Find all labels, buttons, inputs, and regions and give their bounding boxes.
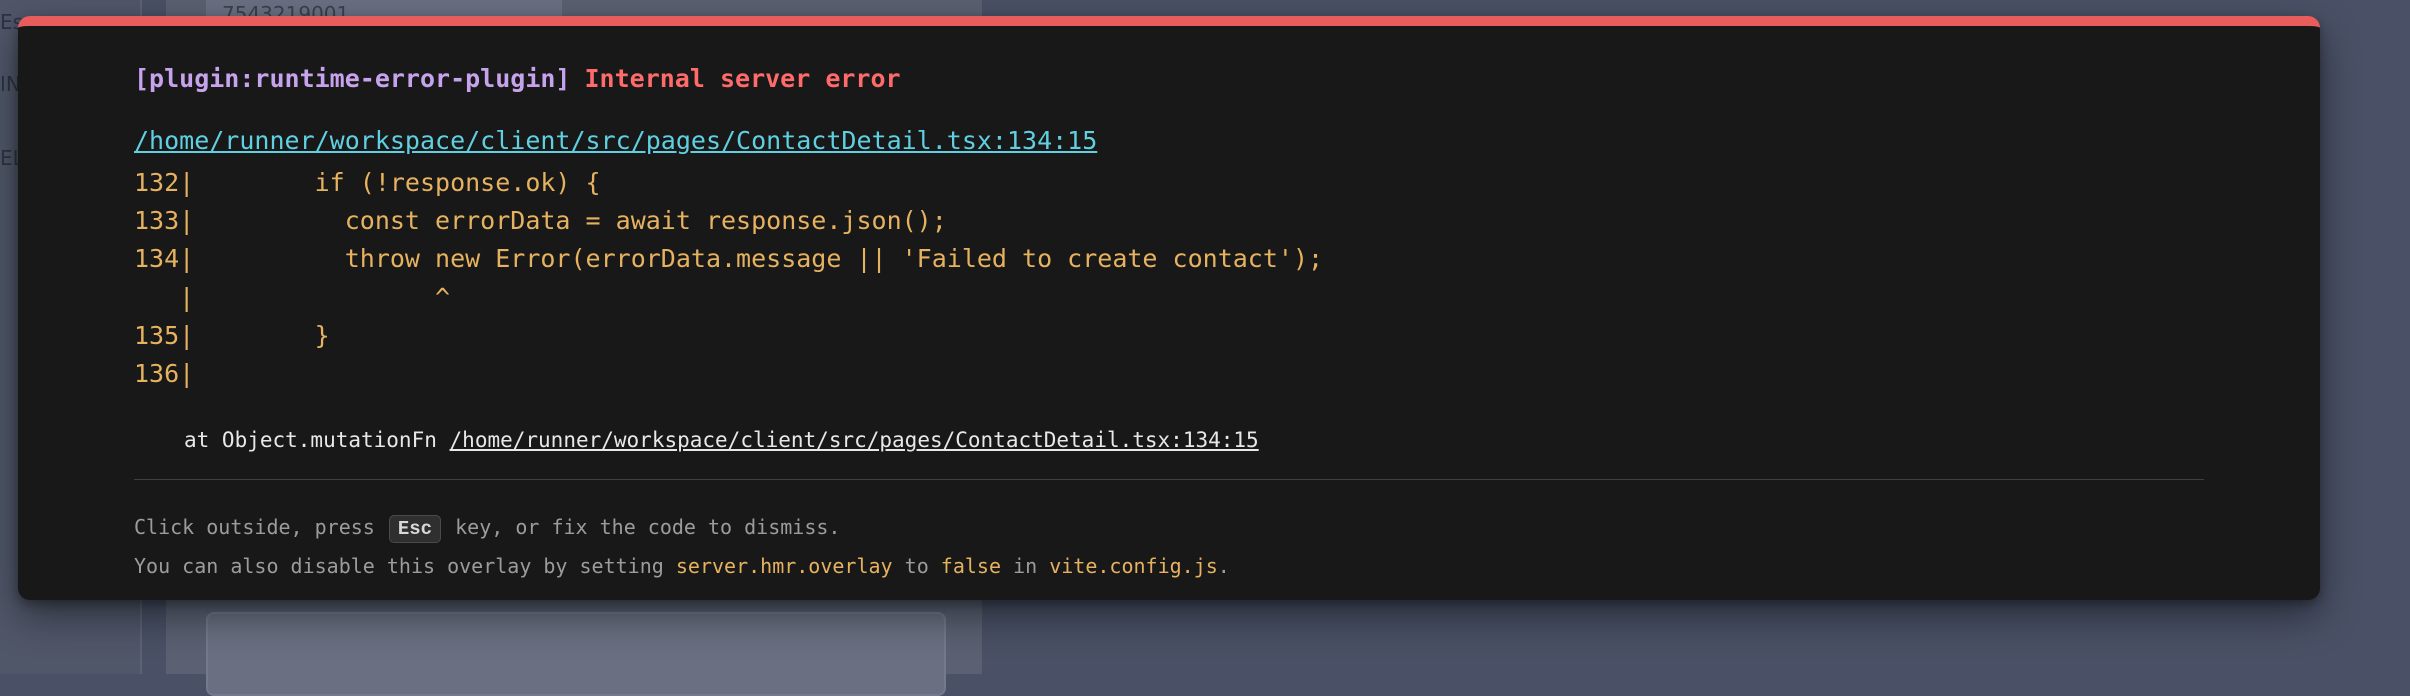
error-file-link[interactable]: /home/runner/workspace/client/src/pages/… bbox=[134, 126, 1097, 155]
error-header: [plugin:runtime-error-plugin] Internal se… bbox=[134, 64, 901, 93]
stack-trace: at Object.mutationFn /home/runner/worksp… bbox=[184, 428, 1259, 452]
tip-text: to bbox=[904, 554, 929, 578]
error-plugin-name: [plugin:runtime-error-plugin] bbox=[134, 64, 571, 93]
divider bbox=[134, 479, 2204, 480]
stack-prefix: at Object.mutationFn bbox=[184, 428, 437, 452]
dismiss-tip: Click outside, press Esc key, or fix the… bbox=[134, 515, 840, 543]
config-value-code: false bbox=[940, 554, 1002, 578]
code-frame-caret-line: | ^ bbox=[134, 282, 451, 312]
stack-file-link[interactable]: /home/runner/workspace/client/src/pages/… bbox=[450, 428, 1259, 452]
tip-text: in bbox=[1013, 554, 1038, 578]
esc-key-badge: Esc bbox=[388, 515, 442, 543]
code-frame-line: 134| throw new Error(errorData.message |… bbox=[134, 244, 1324, 274]
config-key-code: server.hmr.overlay bbox=[675, 554, 893, 578]
tip-text: key, or fix the code to dismiss. bbox=[455, 515, 841, 539]
background-card bbox=[206, 612, 946, 696]
tip-text: You can also disable this overlay by set… bbox=[134, 554, 664, 578]
config-file-code: vite.config.js bbox=[1049, 554, 1218, 578]
code-frame-line: 136| bbox=[134, 359, 195, 389]
tip-text: Click outside, press bbox=[134, 515, 375, 539]
tip-text: . bbox=[1217, 554, 1230, 578]
disable-overlay-tip: You can also disable this overlay by set… bbox=[134, 554, 1230, 578]
error-message: Internal server error bbox=[584, 64, 901, 93]
error-overlay[interactable]: [plugin:runtime-error-plugin] Internal se… bbox=[18, 16, 2320, 600]
code-frame: 132| if (!response.ok) { 133| const error… bbox=[134, 164, 1323, 393]
code-frame-line: 133| const errorData = await response.js… bbox=[134, 206, 947, 236]
code-frame-line: 135| } bbox=[134, 320, 330, 350]
code-frame-line: 132| if (!response.ok) { bbox=[134, 168, 601, 197]
